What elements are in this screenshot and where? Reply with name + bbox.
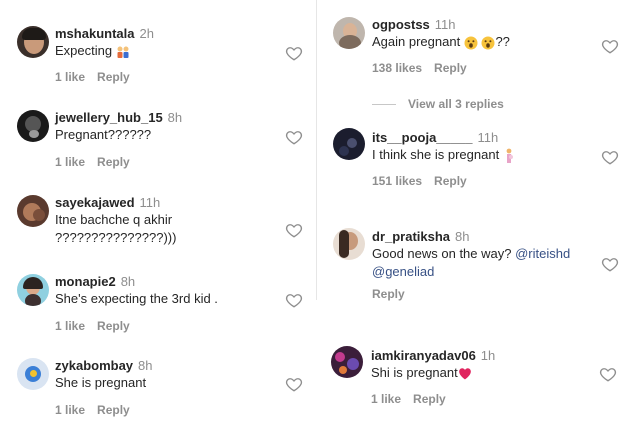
- username[interactable]: its__pooja_____: [372, 130, 472, 145]
- view-replies-label: View all 3 replies: [408, 97, 504, 111]
- shocked-face-emoji-icon: [464, 36, 478, 50]
- username[interactable]: mshakuntala: [55, 26, 134, 41]
- comment-text: Pregnant??????: [55, 127, 152, 142]
- view-replies-button[interactable]: View all 3 replies: [372, 97, 504, 111]
- like-count[interactable]: 138 likes: [372, 61, 422, 75]
- avatar[interactable]: [333, 17, 365, 49]
- comment-body: zykabombay 8h She is pregnant 1 like Reply: [55, 358, 153, 417]
- avatar[interactable]: [333, 228, 365, 260]
- username[interactable]: zykabombay: [55, 358, 133, 373]
- comment-text-continued: ???????????????))): [55, 230, 177, 245]
- heart-outline-icon[interactable]: [599, 365, 617, 383]
- mention-link[interactable]: @geneliad: [372, 264, 434, 279]
- comment-body: sayekajawed 11h Itne bachche q akhir ????…: [55, 195, 176, 247]
- like-count[interactable]: 1 like: [55, 155, 85, 169]
- timestamp[interactable]: 8h: [121, 274, 135, 289]
- shocked-face-emoji-icon: [481, 36, 495, 50]
- heart-outline-icon[interactable]: [601, 37, 619, 55]
- username[interactable]: monapie2: [55, 274, 116, 289]
- comment-text: Again pregnant: [372, 34, 461, 49]
- timestamp[interactable]: 8h: [455, 229, 469, 244]
- like-count[interactable]: 1 like: [371, 392, 401, 406]
- avatar[interactable]: [333, 128, 365, 160]
- avatar[interactable]: [17, 274, 49, 306]
- heart-outline-icon[interactable]: [601, 148, 619, 166]
- replies-divider: [372, 104, 396, 106]
- username[interactable]: sayekajawed: [55, 195, 135, 210]
- comment-text: Expecting: [55, 43, 113, 58]
- like-count[interactable]: 1 like: [55, 403, 85, 417]
- username[interactable]: dr_pratiksha: [372, 229, 450, 244]
- timestamp[interactable]: 8h: [138, 358, 152, 373]
- comment-text: Itne bachche q akhir: [55, 212, 173, 227]
- couple-emoji-icon: [117, 46, 129, 58]
- like-count[interactable]: 1 like: [55, 70, 85, 84]
- like-count[interactable]: 151 likes: [372, 174, 422, 188]
- heart-outline-icon[interactable]: [601, 255, 619, 273]
- comment-text: She's expecting the 3rd kid .: [55, 291, 218, 306]
- reply-button[interactable]: Reply: [413, 392, 446, 406]
- avatar[interactable]: [17, 26, 49, 58]
- timestamp[interactable]: 11h: [140, 195, 161, 210]
- username[interactable]: jewellery_hub_15: [55, 110, 163, 125]
- like-count[interactable]: 1 like: [55, 319, 85, 333]
- comment-body: its__pooja_____ 11h I think she is pregna…: [372, 130, 515, 188]
- mention-link[interactable]: @riteishd: [515, 246, 570, 261]
- reply-button[interactable]: Reply: [434, 61, 467, 75]
- timestamp[interactable]: 2h: [139, 26, 153, 41]
- timestamp[interactable]: 11h: [477, 130, 498, 145]
- reply-button[interactable]: Reply: [97, 155, 130, 169]
- reply-button[interactable]: Reply: [97, 319, 130, 333]
- username[interactable]: iamkiranyadav06: [371, 348, 476, 363]
- avatar[interactable]: [17, 110, 49, 142]
- comment-body: mshakuntala 2h Expecting 1 like Reply: [55, 26, 154, 84]
- reply-button[interactable]: Reply: [372, 287, 405, 301]
- heart-outline-icon[interactable]: [285, 291, 303, 309]
- username[interactable]: ogpostss: [372, 17, 430, 32]
- timestamp[interactable]: 1h: [481, 348, 495, 363]
- timestamp[interactable]: 8h: [168, 110, 182, 125]
- reply-button[interactable]: Reply: [97, 70, 130, 84]
- comment-body: ogpostss 11h Again pregnant ?? 138 likes R…: [372, 17, 510, 75]
- comment-text: I think she is pregnant: [372, 147, 500, 162]
- comment-text: Good news on the way?: [372, 246, 512, 261]
- red-heart-emoji-icon: [458, 368, 471, 380]
- pregnant-woman-emoji-icon: [506, 148, 513, 163]
- reply-button[interactable]: Reply: [97, 403, 130, 417]
- comment-body: dr_pratiksha 8h Good news on the way? @ri…: [372, 229, 570, 301]
- heart-outline-icon[interactable]: [285, 44, 303, 62]
- column-divider: [316, 0, 317, 300]
- avatar[interactable]: [17, 195, 49, 227]
- comment-body: monapie2 8h She's expecting the 3rd kid .…: [55, 274, 218, 333]
- avatar[interactable]: [17, 358, 49, 390]
- heart-outline-icon[interactable]: [285, 375, 303, 393]
- comment-body: jewellery_hub_15 8h Pregnant?????? 1 like…: [55, 110, 182, 169]
- comment-text: She is pregnant: [55, 375, 147, 390]
- comment-body: iamkiranyadav06 1h Shi is pregnant 1 like…: [371, 348, 495, 406]
- avatar[interactable]: [331, 346, 363, 378]
- timestamp[interactable]: 11h: [435, 17, 456, 32]
- comment-text: Shi is pregnant: [371, 365, 458, 380]
- heart-outline-icon[interactable]: [285, 128, 303, 146]
- reply-button[interactable]: Reply: [434, 174, 467, 188]
- heart-outline-icon[interactable]: [285, 221, 303, 239]
- comment-text-suffix: ??: [495, 34, 510, 49]
